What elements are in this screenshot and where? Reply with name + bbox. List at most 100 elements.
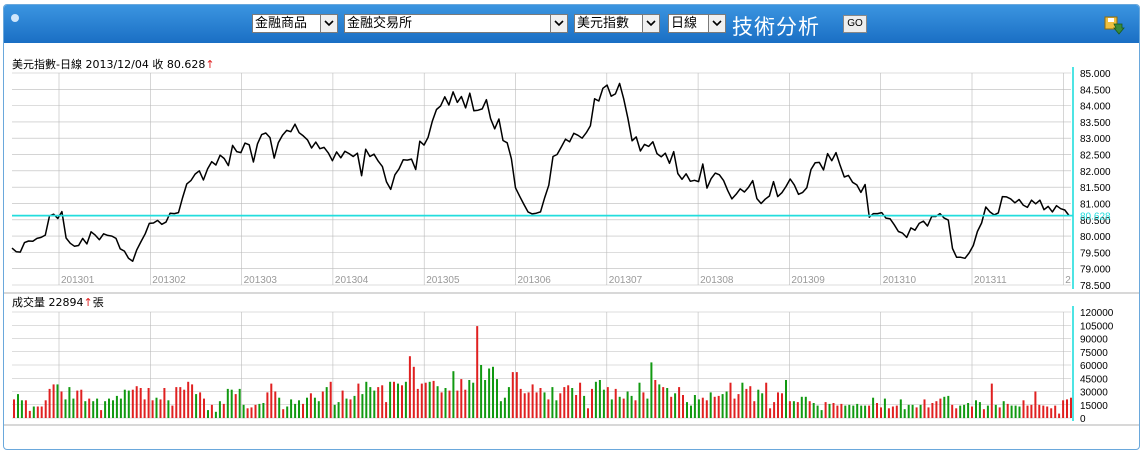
volume-bar — [1042, 405, 1045, 418]
volume-bar — [654, 380, 657, 418]
volume-bar — [563, 387, 566, 418]
volume-bar — [373, 390, 376, 418]
volume-y-tick-label: 30000 — [1080, 388, 1108, 399]
volume-bar — [610, 399, 613, 418]
volume-y-tick-label: 0 — [1080, 414, 1086, 425]
volume-bar — [535, 392, 538, 418]
volume-bar — [1070, 397, 1072, 418]
volume-bar — [13, 399, 15, 418]
volume-y-tick-label: 45000 — [1080, 374, 1108, 385]
volume-bar — [923, 399, 926, 418]
x-tick-label: 201310 — [883, 275, 917, 286]
price-y-tick-label: 79.000 — [1080, 265, 1111, 276]
volume-bar — [551, 387, 554, 418]
volume-bar — [179, 387, 182, 418]
volume-bar — [294, 403, 297, 418]
volume-bar — [408, 356, 411, 418]
volume-bar — [484, 380, 487, 418]
volume-bar — [963, 404, 966, 419]
x-tick-label: 201304 — [335, 275, 369, 286]
volume-bar — [591, 388, 593, 418]
volume-bar — [321, 391, 324, 418]
volume-bar — [131, 389, 134, 418]
volume-bar — [788, 401, 791, 418]
volume-bar — [986, 405, 989, 418]
volume-bar — [199, 392, 202, 418]
volume-bar — [808, 401, 811, 418]
volume-bar — [302, 403, 304, 418]
volume-bar — [108, 398, 110, 418]
volume-bar — [511, 372, 514, 418]
volume-bar — [733, 398, 736, 418]
volume-bar — [777, 392, 779, 418]
price-grid — [12, 72, 1071, 286]
volume-bar — [104, 401, 107, 418]
price-y-tick-label: 84.500 — [1080, 85, 1111, 96]
volume-bar — [1026, 405, 1029, 418]
volume-bar — [440, 392, 443, 418]
volume-bar — [523, 393, 526, 418]
price-y-tick-label: 82.500 — [1080, 151, 1111, 162]
volume-bar — [907, 404, 910, 419]
volume-bar — [975, 400, 977, 418]
volume-bar — [333, 404, 336, 419]
volume-bar — [115, 395, 118, 418]
volume-bar — [20, 400, 23, 418]
volume-bar — [666, 388, 669, 418]
volume-bar — [171, 405, 174, 418]
volume-bar — [1030, 404, 1033, 419]
volume-bar — [298, 400, 300, 418]
volume-y-tick-label: 15000 — [1080, 401, 1108, 412]
volume-bar — [325, 387, 328, 418]
volume-bar — [492, 366, 494, 418]
volume-bar — [725, 391, 728, 418]
volume-bar — [389, 381, 392, 418]
volume-bar — [583, 395, 586, 418]
volume-bar — [234, 394, 237, 418]
volume-bar — [135, 386, 138, 418]
volume-bar — [357, 383, 360, 418]
volume-bar — [567, 385, 570, 418]
volume-bar — [464, 389, 467, 418]
volume-bar — [911, 404, 914, 419]
volume-bar — [587, 408, 589, 418]
price-caption: 美元指數-日線 2013/12/04 收 80.628↑ — [12, 57, 215, 71]
volume-bar — [816, 405, 819, 418]
volume-bar — [531, 384, 534, 418]
volume-bar — [507, 387, 510, 418]
volume-bar — [978, 402, 981, 418]
axes: 85.000 84.500 84.000 83.500 83.000 82.500 82.0… — [4, 67, 1139, 426]
x-tick-label: 201301 — [61, 275, 95, 286]
volume-bar — [1038, 404, 1041, 419]
volume-bar — [416, 388, 419, 418]
volume-bar — [943, 396, 946, 418]
volume-bar — [820, 410, 823, 418]
volume-bar — [317, 401, 320, 418]
volume-bar — [990, 383, 993, 418]
volume-bar — [472, 382, 475, 418]
volume-bar — [444, 388, 447, 418]
volume-bar — [800, 396, 803, 418]
volume-bar — [147, 388, 150, 418]
volume-bar — [630, 395, 633, 418]
volume-bar — [840, 403, 843, 418]
volume-bar — [123, 389, 126, 418]
volume-bar — [480, 365, 483, 418]
volume-bar — [88, 398, 91, 418]
volume-bar — [139, 388, 142, 418]
volume-bar — [452, 371, 455, 418]
price-line — [11, 82, 1070, 262]
volume-bar — [274, 391, 277, 418]
price-y-tick-label: 78.500 — [1080, 281, 1111, 292]
volume-bar — [254, 404, 257, 419]
volume-bars — [13, 326, 1072, 419]
volume-bar — [575, 395, 578, 418]
volume-bar — [377, 387, 380, 418]
volume-bar — [119, 398, 122, 418]
volume-bar — [757, 389, 760, 418]
volume-bar — [781, 393, 783, 418]
volume-bar — [17, 394, 19, 418]
volume-bar — [527, 392, 530, 418]
volume-bar — [828, 403, 831, 418]
x-tick-label: 201308 — [700, 275, 734, 286]
